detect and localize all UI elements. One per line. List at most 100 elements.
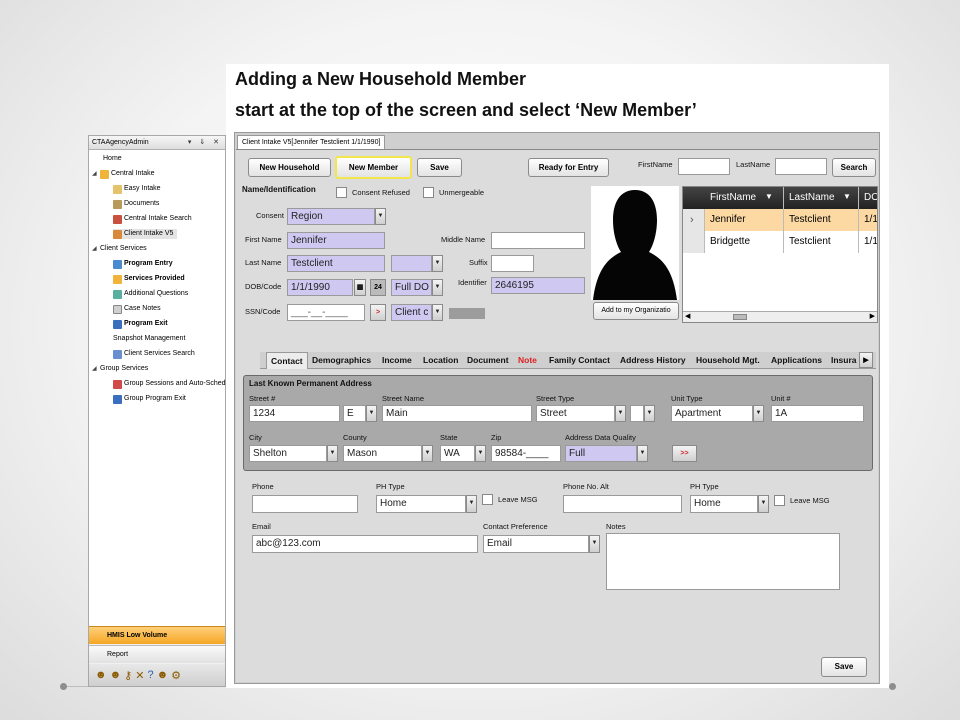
unmergeable-checkbox[interactable] xyxy=(423,187,434,198)
grid-cell-lastname[interactable]: Testclient xyxy=(786,209,831,231)
ready-for-entry-button[interactable]: Ready for Entry xyxy=(528,158,609,177)
street-type-dropdown-icon[interactable]: ▼ xyxy=(615,405,626,422)
street-suffix-select[interactable] xyxy=(630,405,644,422)
people-icon[interactable]: ☻ xyxy=(95,669,107,681)
search-button[interactable]: Search xyxy=(832,158,876,177)
tab-contact[interactable]: Contact xyxy=(266,352,308,369)
tree-item-documents[interactable]: Documents xyxy=(113,199,159,209)
search-firstname-input[interactable] xyxy=(678,158,730,175)
ssn-code-dropdown-icon[interactable]: ▼ xyxy=(432,304,443,321)
column-dob[interactable]: DO xyxy=(861,187,877,209)
street-direction-select[interactable]: E xyxy=(343,405,366,422)
first-name-field[interactable]: Jennifer xyxy=(287,232,385,249)
tab-income[interactable]: Income xyxy=(382,352,412,369)
ssn-code-select[interactable]: Client c xyxy=(391,304,432,321)
grid-cell-firstname[interactable]: Bridgette xyxy=(707,231,750,253)
tree-item-client-intake-v5[interactable]: Client Intake V5 xyxy=(113,229,178,239)
new-household-button[interactable]: New Household xyxy=(248,158,331,177)
grid-horizontal-scrollbar[interactable]: ◀ ▶ xyxy=(683,311,877,322)
street-direction-dropdown-icon[interactable]: ▼ xyxy=(366,405,377,422)
street-number-field[interactable]: 1234 xyxy=(249,405,340,422)
tree-item-program-entry[interactable]: Program Entry xyxy=(113,259,173,269)
scroll-thumb[interactable] xyxy=(733,314,747,320)
save-bottom-button[interactable]: Save xyxy=(821,657,867,677)
save-button[interactable]: Save xyxy=(417,158,462,177)
dob-code-dropdown-icon[interactable]: ▼ xyxy=(432,279,443,296)
scroll-right-icon[interactable]: ▶ xyxy=(870,312,875,320)
people-icon-2[interactable]: ☻ xyxy=(110,669,122,681)
middle-name-field[interactable] xyxy=(491,232,585,249)
name-quality-dropdown-icon[interactable]: ▼ xyxy=(432,255,443,272)
state-select[interactable]: WA xyxy=(440,445,475,462)
identifier-field[interactable]: 2646195 xyxy=(491,277,585,294)
calendar-icon[interactable]: ▦ xyxy=(354,279,366,296)
tree-item-services-provided[interactable]: Services Provided xyxy=(113,274,185,284)
tree-item-home[interactable]: Home xyxy=(103,154,122,164)
key-icon[interactable]: ⚷ xyxy=(124,669,132,682)
address-quality-dropdown-icon[interactable]: ▼ xyxy=(637,445,648,462)
street-name-field[interactable]: Main xyxy=(382,405,532,422)
ph-type-dropdown-icon[interactable]: ▼ xyxy=(466,495,477,513)
contact-preference-dropdown-icon[interactable]: ▼ xyxy=(589,535,600,553)
county-dropdown-icon[interactable]: ▼ xyxy=(422,445,433,462)
tabs-scroll-right-icon[interactable]: ▶ xyxy=(859,352,873,368)
scroll-left-icon[interactable]: ◀ xyxy=(685,312,690,320)
tree-item-client-services[interactable]: ◢ Client Services xyxy=(92,244,147,254)
grid-cell-lastname[interactable]: Testclient xyxy=(786,231,831,253)
tab-note[interactable]: Note xyxy=(518,352,537,369)
ph-type-2-dropdown-icon[interactable]: ▼ xyxy=(758,495,769,513)
help-icon[interactable]: ? xyxy=(147,669,153,681)
state-dropdown-icon[interactable]: ▼ xyxy=(475,445,486,462)
county-select[interactable]: Mason xyxy=(343,445,422,462)
tools-icon[interactable]: ✕ xyxy=(135,669,144,682)
tree-item-group-services[interactable]: ◢ Group Services xyxy=(92,364,148,374)
ph-type-2-select[interactable]: Home xyxy=(690,495,758,513)
zip-field[interactable]: 98584-____ xyxy=(491,445,561,462)
tab-insurance[interactable]: Insura xyxy=(831,352,857,369)
tab-family-contact[interactable]: Family Contact xyxy=(549,352,610,369)
filter-icon[interactable]: ▼ xyxy=(765,192,773,201)
email-field[interactable]: abc@123.com xyxy=(252,535,478,553)
grid-cell-dob[interactable]: 1/1 xyxy=(861,209,877,231)
dob-field[interactable]: 1/1/1990 xyxy=(287,279,353,296)
column-firstname[interactable]: FirstName xyxy=(707,187,756,209)
collapse-icon[interactable]: ◢ xyxy=(92,169,98,179)
contact-preference-select[interactable]: Email xyxy=(483,535,589,553)
address-lookup-button[interactable]: >> xyxy=(672,445,697,462)
consent-select[interactable]: Region xyxy=(287,208,375,225)
search-lastname-input[interactable] xyxy=(775,158,827,175)
leave-msg-checkbox[interactable] xyxy=(482,494,493,505)
tree-item-central-intake-search[interactable]: Central Intake Search xyxy=(113,214,192,224)
city-dropdown-icon[interactable]: ▼ xyxy=(327,445,338,462)
tree-item-case-notes[interactable]: Case Notes xyxy=(113,304,161,314)
tree-item-central-intake[interactable]: ◢ Central Intake xyxy=(92,169,155,179)
tree-item-snapshot-management[interactable]: Snapshot Management xyxy=(113,334,185,344)
add-to-organization-button[interactable]: Add to my Organizatio xyxy=(593,302,679,320)
address-quality-select[interactable]: Full xyxy=(565,445,637,462)
collapse-icon[interactable]: ◢ xyxy=(92,364,98,374)
consent-refused-checkbox[interactable] xyxy=(336,187,347,198)
phone-alt-field[interactable] xyxy=(563,495,682,513)
grid-cell-firstname[interactable]: Jennifer xyxy=(707,209,746,231)
city-field[interactable]: Shelton xyxy=(249,445,327,462)
hmis-low-volume-button[interactable]: HMIS Low Volume xyxy=(89,626,225,644)
tree-header-controls[interactable]: ▾ ⇓ ✕ xyxy=(188,136,222,149)
street-suffix-dropdown-icon[interactable]: ▼ xyxy=(644,405,655,422)
name-quality-select[interactable] xyxy=(391,255,432,272)
new-member-button[interactable]: New Member xyxy=(335,156,412,179)
ssn-field[interactable]: ___-__-____ xyxy=(287,304,365,321)
unit-number-field[interactable]: 1A xyxy=(771,405,864,422)
tree-item-program-exit[interactable]: Program Exit xyxy=(113,319,168,329)
tab-applications[interactable]: Applications xyxy=(771,352,822,369)
grid-cell-dob[interactable]: 1/1 xyxy=(861,231,877,253)
tree-item-group-sessions[interactable]: Group Sessions and Auto-Sched xyxy=(113,379,226,389)
people-icon-3[interactable]: ☻ xyxy=(157,669,169,681)
unit-type-dropdown-icon[interactable]: ▼ xyxy=(753,405,764,422)
ssn-go-button[interactable]: > xyxy=(370,304,386,321)
date-picker-day-icon[interactable]: 24 xyxy=(370,279,386,296)
suffix-field[interactable] xyxy=(491,255,534,272)
unit-type-select[interactable]: Apartment xyxy=(671,405,753,422)
tab-household-mgt[interactable]: Household Mgt. xyxy=(696,352,760,369)
tab-document[interactable]: Document xyxy=(467,352,509,369)
tab-address-history[interactable]: Address History xyxy=(620,352,686,369)
